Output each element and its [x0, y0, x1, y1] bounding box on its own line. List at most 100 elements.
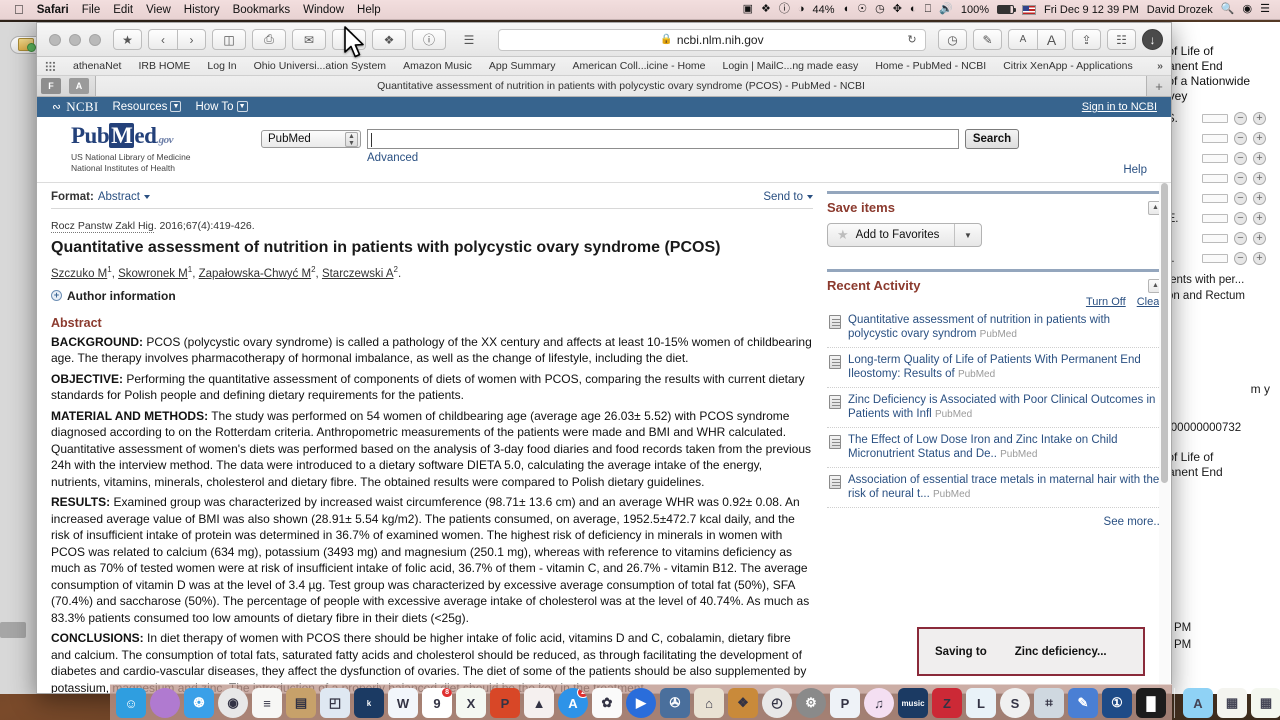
search-input[interactable]: [367, 129, 959, 149]
top-sites-icon[interactable]: ★: [113, 29, 142, 50]
dock-item-downloads-folder[interactable]: A: [1183, 688, 1213, 718]
maximize-window-button[interactable]: [89, 33, 101, 46]
menu-window[interactable]: Window: [303, 4, 344, 16]
row-input[interactable]: [1202, 254, 1228, 263]
1password-icon[interactable]: ⓘ: [412, 29, 446, 50]
timemachine-clock-icon[interactable]: ◷: [875, 4, 885, 15]
tab-bar[interactable]: F A Quantitative assessment of nutrition…: [37, 76, 1171, 97]
plus-circle-icon[interactable]: +: [1253, 152, 1266, 165]
dock-item-1password[interactable]: ①: [1102, 688, 1132, 718]
recent-activity-item-title[interactable]: The Effect of Low Dose Iron and Zinc Int…: [848, 433, 1163, 462]
plus-circle-icon[interactable]: +: [1253, 112, 1266, 125]
minus-circle-icon[interactable]: −: [1234, 152, 1247, 165]
recent-activity-item-title[interactable]: Zinc Deficiency is Associated with Poor …: [848, 393, 1163, 422]
table-row[interactable]: H.−+: [1158, 170, 1276, 187]
author-link[interactable]: Skowronek M1: [118, 265, 192, 280]
help-link[interactable]: Help: [1123, 164, 1147, 176]
sign-in-link[interactable]: Sign in to NCBI: [1082, 101, 1157, 113]
bookmark-citrix-xenapp[interactable]: Citrix XenApp - Applications: [1003, 60, 1133, 72]
window-traffic-lights[interactable]: [49, 33, 101, 46]
table-row[interactable]: g E.−+: [1158, 210, 1276, 227]
menu-edit[interactable]: Edit: [113, 4, 133, 16]
plus-circle-icon[interactable]: +: [1253, 132, 1266, 145]
bookmark-athenanet[interactable]: athenaNet: [73, 60, 121, 72]
menu-file[interactable]: File: [82, 4, 101, 16]
dock-item-photoshop[interactable]: P: [830, 688, 860, 718]
dock-item-app-store[interactable]: A2: [558, 688, 588, 718]
share-icon[interactable]: ⇪: [1072, 29, 1101, 50]
dock-item-safari[interactable]: ❂: [184, 688, 214, 718]
plus-circle-icon[interactable]: +: [1253, 212, 1266, 225]
recent-activity-item-title[interactable]: Quantitative assessment of nutrition in …: [848, 313, 1163, 342]
send-to-dropdown[interactable]: Send to: [763, 191, 813, 203]
text-larger-button[interactable]: A: [1037, 29, 1066, 50]
row-input[interactable]: [1202, 194, 1228, 203]
mail-icon[interactable]: ✉: [292, 29, 326, 50]
author-link[interactable]: Zapałowska-Chwyć M2: [199, 265, 316, 280]
dock-item-powerpoint[interactable]: P: [490, 688, 520, 718]
bookmarks-grid-icon[interactable]: [45, 60, 56, 72]
add-to-favorites-button[interactable]: ★ Add to Favorites ▼: [827, 223, 982, 247]
bookmark-app-summary[interactable]: App Summary: [489, 60, 556, 72]
author-information-toggle[interactable]: + Author information: [51, 289, 813, 303]
dock-item-endnote[interactable]: L: [966, 688, 996, 718]
minimize-window-button[interactable]: [69, 33, 81, 46]
author-list[interactable]: Szczuko M1, Skowronek M1, Zapałowska-Chw…: [51, 265, 813, 280]
dock-item-contacts[interactable]: ▤: [286, 688, 316, 718]
dock-item-finder[interactable]: ☺: [116, 688, 146, 718]
bgwin-right-author-rows[interactable]: s S.−+i−+N.−+H.−+−+g E.−+−+l S.−+: [1158, 110, 1276, 267]
notification-center-icon[interactable]: ☰: [1260, 4, 1270, 15]
recent-activity-item-title[interactable]: Long-term Quality of Life of Patients Wi…: [848, 353, 1163, 382]
recent-activity-item[interactable]: Association of essential trace metals in…: [827, 468, 1163, 508]
bookmark-american-college[interactable]: American Coll...icine - Home: [572, 60, 705, 72]
row-input[interactable]: [1202, 214, 1228, 223]
page-scrollbar[interactable]: [1159, 183, 1170, 693]
dock-item-kindle[interactable]: k: [354, 688, 384, 718]
forward-chevron-icon[interactable]: ›: [177, 29, 206, 50]
airplay-icon[interactable]: ◖: [843, 4, 850, 15]
screen-recording-icon[interactable]: ▣: [743, 4, 753, 15]
page-scrollbar-thumb[interactable]: [1161, 183, 1168, 483]
recent-activity-item[interactable]: The Effect of Low Dose Iron and Zinc Int…: [827, 428, 1163, 468]
sidebar-icon[interactable]: ◫: [212, 29, 246, 50]
reload-icon[interactable]: ↻: [903, 31, 921, 49]
minus-circle-icon[interactable]: −: [1234, 132, 1247, 145]
dropbox-icon[interactable]: ❖: [761, 4, 771, 15]
minus-circle-icon[interactable]: −: [1234, 252, 1247, 265]
display-icon[interactable]: ⎕: [925, 4, 932, 15]
table-row[interactable]: s S.−+: [1158, 110, 1276, 127]
dock-item-chrome[interactable]: ◉: [218, 688, 248, 718]
dock-item-calendar[interactable]: 98: [422, 688, 452, 718]
ncbi-logo[interactable]: ∾ NCBI: [51, 99, 98, 115]
evernote-icon[interactable]: ❖: [372, 29, 406, 50]
ncbi-howto-menu[interactable]: How To ▼: [195, 101, 248, 113]
journal-link[interactable]: Rocz Panstw Zakl Hig: [51, 220, 154, 233]
text-smaller-button[interactable]: A: [1008, 29, 1037, 50]
dock-item-photos[interactable]: ✿: [592, 688, 622, 718]
row-input[interactable]: [1202, 134, 1228, 143]
dock-item-siri[interactable]: [150, 688, 180, 718]
pinned-tab-a[interactable]: A: [69, 78, 89, 94]
address-bar[interactable]: 🔒 ncbi.nlm.nih.gov ↻: [498, 28, 926, 51]
dock-item-excel[interactable]: X: [456, 688, 486, 718]
row-input[interactable]: [1202, 154, 1228, 163]
active-tab[interactable]: Quantitative assessment of nutrition in …: [95, 76, 1147, 96]
menu-bar-user[interactable]: David Drozek: [1147, 4, 1213, 16]
us-flag-icon[interactable]: [1022, 4, 1037, 15]
menu-history[interactable]: History: [184, 4, 220, 16]
menu-help[interactable]: Help: [357, 4, 381, 16]
row-input[interactable]: [1202, 114, 1228, 123]
dock-item-sente[interactable]: S: [1000, 688, 1030, 718]
cpu-usage-icon[interactable]: ◑: [798, 4, 805, 15]
safari-window[interactable]: ★ ‹ › ◫ ⎙ ✉ 🗋 ❖ ⓘ ☰ 🔒 ncbi.nlm.nih.gov ↻…: [36, 22, 1172, 694]
dock-item-preview[interactable]: ◰: [320, 688, 350, 718]
plus-circle-icon[interactable]: +: [1253, 172, 1266, 185]
dock[interactable]: ☺❂◉≡▤◰kW98XP▲A2✿▶✇⌂❖◴⚙P♫musicZLS⌗✎①█A▦▦☗: [110, 684, 1280, 720]
accessibility-icon[interactable]: ☉: [857, 4, 867, 15]
siri-icon[interactable]: ◉: [1243, 4, 1253, 15]
reader-view-icon[interactable]: ☰: [452, 29, 486, 50]
pinned-tab-f[interactable]: F: [41, 78, 61, 94]
bookmark-irb-home[interactable]: IRB HOME: [138, 60, 190, 72]
minus-circle-icon[interactable]: −: [1234, 212, 1247, 225]
markup-icon[interactable]: ✎: [973, 29, 1002, 50]
